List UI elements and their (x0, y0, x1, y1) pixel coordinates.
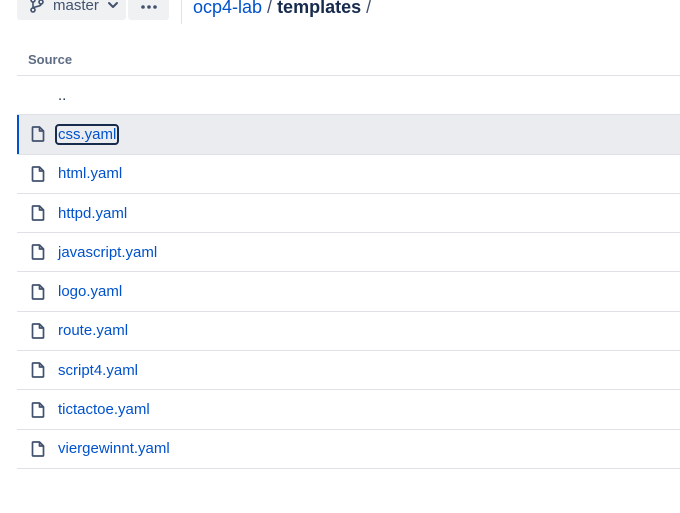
file-row[interactable]: route.yaml (17, 312, 680, 352)
more-icon (140, 0, 157, 14)
file-name-link[interactable]: tictactoe.yaml (58, 401, 150, 418)
file-row[interactable]: javascript.yaml (17, 233, 680, 273)
file-icon (31, 401, 45, 418)
file-icon (31, 244, 45, 261)
file-list: css.yaml html.yaml httpd.yaml javascript.ya… (17, 115, 680, 469)
file-row[interactable]: viergewinnt.yaml (17, 430, 680, 469)
toolbar-divider (181, 0, 182, 24)
file-name-link[interactable]: route.yaml (58, 322, 128, 339)
parent-directory-link[interactable]: .. (58, 87, 66, 104)
parent-directory-row[interactable]: .. (17, 76, 680, 116)
file-row[interactable]: httpd.yaml (17, 194, 680, 234)
file-browser-table: Source .. css.yaml html.yaml httpd.yaml jav… (17, 44, 680, 469)
file-icon (31, 440, 45, 457)
file-row[interactable]: css.yaml (17, 115, 680, 155)
breadcrumb: ocp4-lab / templates / (193, 0, 376, 18)
repo-toolbar: master ocp4-lab / templates / (0, 0, 680, 30)
file-row[interactable]: tictactoe.yaml (17, 390, 680, 430)
breadcrumb-current: templates (277, 0, 362, 17)
breadcrumb-repo-link[interactable]: ocp4-lab (193, 0, 262, 17)
file-icon (31, 165, 45, 182)
column-header-source: Source (17, 44, 680, 76)
file-row[interactable]: html.yaml (17, 155, 680, 194)
branch-selector-button[interactable]: master (17, 0, 126, 20)
chevron-down-icon (107, 0, 119, 11)
file-row[interactable]: logo.yaml (17, 272, 680, 312)
file-name-link[interactable]: css.yaml (54, 123, 120, 145)
more-actions-button[interactable] (128, 0, 169, 20)
file-icon (31, 126, 45, 143)
file-icon (31, 283, 45, 300)
breadcrumb-trailing-separator: / (366, 0, 372, 17)
file-name-link[interactable]: html.yaml (58, 165, 122, 182)
branch-label: master (53, 0, 99, 14)
breadcrumb-separator: / (267, 0, 273, 17)
file-icon (31, 323, 45, 339)
file-name-link[interactable]: logo.yaml (58, 283, 122, 300)
file-name-link[interactable]: javascript.yaml (58, 244, 157, 261)
file-icon (31, 205, 45, 221)
file-row[interactable]: script4.yaml (17, 351, 680, 391)
file-icon (31, 362, 45, 379)
file-name-link[interactable]: script4.yaml (58, 362, 138, 379)
file-name-link[interactable]: viergewinnt.yaml (58, 440, 170, 457)
branch-icon (29, 0, 45, 13)
file-name-link[interactable]: httpd.yaml (58, 205, 127, 222)
